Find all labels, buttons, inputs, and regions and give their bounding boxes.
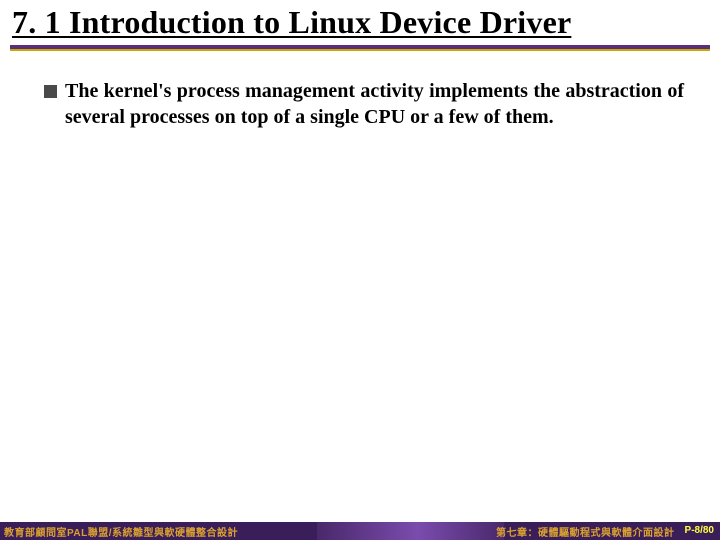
- slide-title: 7. 1 Introduction to Linux Device Driver: [12, 4, 708, 41]
- slide: 7. 1 Introduction to Linux Device Driver…: [0, 0, 720, 540]
- footer-right-text: 第七章：硬體驅動程式與軟體介面設計: [496, 524, 681, 539]
- square-bullet-icon: [44, 85, 57, 98]
- bullet-item: The kernel's process management activity…: [44, 79, 684, 130]
- page-number: P-8/80: [681, 522, 720, 540]
- content-area: The kernel's process management activity…: [0, 51, 720, 130]
- footer-left-text: 教育部顧問室PAL聯盟/系統雛型與軟硬體整合設計: [0, 524, 238, 539]
- title-region: 7. 1 Introduction to Linux Device Driver: [0, 0, 720, 41]
- footer-bar: 教育部顧問室PAL聯盟/系統雛型與軟硬體整合設計 第七章：硬體驅動程式與軟體介面…: [0, 522, 720, 540]
- bullet-text: The kernel's process management activity…: [65, 79, 684, 130]
